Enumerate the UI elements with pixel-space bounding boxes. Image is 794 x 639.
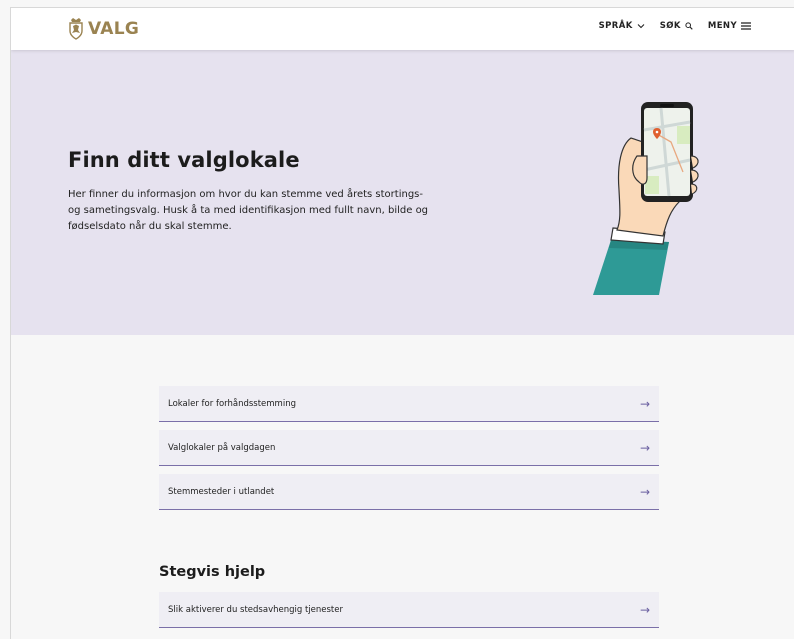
step-help-links: Slik aktiverer du stedsavhengig tjeneste…: [159, 592, 659, 636]
arrow-right-icon: →: [639, 440, 650, 455]
hero-section: Finn ditt valglokale Her finner du infor…: [11, 50, 794, 335]
search-icon: [685, 22, 693, 30]
search-label: SØK: [659, 21, 681, 31]
top-nav: SPRÅK SØK MENY: [584, 21, 751, 31]
site-header: VALG SPRÅK SØK MENY: [11, 8, 794, 50]
menu-label: MENY: [707, 21, 737, 31]
coat-of-arms-icon: [69, 18, 83, 40]
link-label: Valglokaler på valgdagen: [168, 442, 276, 453]
hamburger-icon: [741, 22, 751, 30]
arrow-right-icon: →: [639, 602, 650, 617]
logo-text: VALG: [88, 19, 140, 39]
voting-place-links: Lokaler for forhåndsstemming → Valglokal…: [159, 386, 659, 518]
link-abroad[interactable]: Stemmesteder i utlandet →: [159, 474, 659, 510]
search-button[interactable]: SØK: [660, 21, 693, 31]
language-label: SPRÅK: [598, 21, 633, 31]
link-label: Lokaler for forhåndsstemming: [168, 398, 296, 409]
link-label: Slik aktiverer du stedsavhengig tjeneste…: [168, 604, 343, 615]
browser-viewport: VALG SPRÅK SØK MENY Finn ditt valglokale…: [10, 7, 794, 639]
arrow-right-icon: →: [639, 484, 650, 499]
language-button[interactable]: SPRÅK: [599, 21, 645, 31]
phone-map-illustration: [593, 102, 699, 295]
menu-button[interactable]: MENY: [708, 21, 751, 31]
arrow-right-icon: →: [639, 396, 650, 411]
link-label: Stemmesteder i utlandet: [168, 486, 275, 497]
link-location-services[interactable]: Slik aktiverer du stedsavhengig tjeneste…: [159, 592, 659, 628]
chevron-down-icon: [637, 23, 645, 29]
site-logo[interactable]: VALG: [68, 16, 139, 42]
link-election-day[interactable]: Valglokaler på valgdagen →: [159, 430, 659, 466]
section-title-step-help: Stegvis hjelp: [159, 564, 266, 580]
page-title: Finn ditt valglokale: [68, 148, 300, 172]
link-advance-voting[interactable]: Lokaler for forhåndsstemming →: [159, 386, 659, 422]
hero-description: Her finner du informasjon om hvor du kan…: [68, 189, 429, 232]
